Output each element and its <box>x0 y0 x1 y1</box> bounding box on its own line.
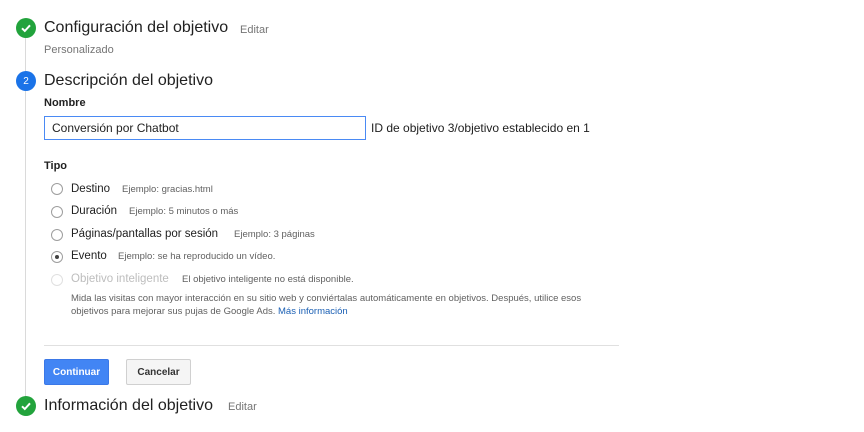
option-smart-unavailable: El objetivo inteligente no está disponib… <box>182 274 354 285</box>
option-destino-example: Ejemplo: gracias.html <box>122 184 213 195</box>
step-1-check-icon <box>16 18 36 38</box>
step-3-edit-link[interactable]: Editar <box>228 401 257 413</box>
goal-id-text: ID de objetivo 3/objetivo establecido en… <box>371 121 590 135</box>
option-duracion-example: Ejemplo: 5 minutos o más <box>129 206 239 217</box>
step-2-number-badge: 2 <box>16 71 36 91</box>
option-smart-label: Objetivo inteligente <box>71 273 169 285</box>
option-destino-label[interactable]: Destino <box>71 183 110 195</box>
step-3-title: Información del objetivo <box>44 397 213 414</box>
radio-duracion[interactable] <box>51 206 63 218</box>
option-paginas-label[interactable]: Páginas/pantallas por sesión <box>71 228 218 240</box>
smart-goal-description: Mida las visitas con mayor interacción e… <box>71 292 611 318</box>
radio-evento[interactable] <box>51 251 63 263</box>
option-evento-label[interactable]: Evento <box>71 250 107 262</box>
divider <box>44 345 619 346</box>
continue-button[interactable]: Continuar <box>44 359 109 385</box>
step-1-subtitle: Personalizado <box>44 44 114 56</box>
step-2-title: Descripción del objetivo <box>44 72 213 89</box>
name-label: Nombre <box>44 97 86 109</box>
radio-destino[interactable] <box>51 183 63 195</box>
goal-name-input[interactable] <box>44 116 366 140</box>
option-paginas-example: Ejemplo: 3 páginas <box>234 229 315 240</box>
step-1-title: Configuración del objetivo <box>44 19 229 36</box>
cancel-button[interactable]: Cancelar <box>126 359 191 385</box>
type-label: Tipo <box>44 160 68 172</box>
option-duracion-label[interactable]: Duración <box>71 205 117 217</box>
option-evento-example: Ejemplo: se ha reproducido un vídeo. <box>118 251 276 262</box>
step-3-check-icon <box>16 396 36 416</box>
more-info-link[interactable]: Más información <box>278 306 348 317</box>
radio-paginas[interactable] <box>51 229 63 241</box>
radio-objetivo-inteligente <box>51 274 63 286</box>
step-1-edit-link[interactable]: Editar <box>240 24 269 36</box>
